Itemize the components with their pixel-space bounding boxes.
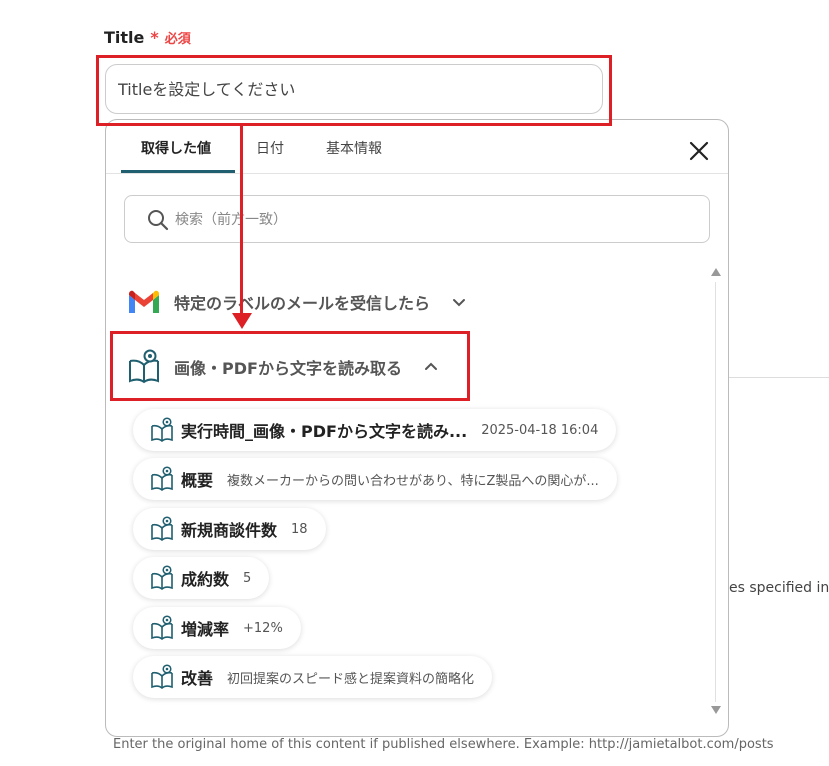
ocr-book-icon [151, 664, 173, 690]
value-chip[interactable]: 増減率 +12% [133, 607, 301, 649]
value-chip[interactable]: 概要 複数メーカーからの問い合わせがあり、特にZ製品への関心が... [133, 458, 617, 500]
background-help-text: es specified in [729, 580, 829, 596]
background-divider [729, 377, 829, 378]
title-field-label: Title * 必須 [104, 28, 191, 47]
tab-date[interactable]: 日付 [256, 138, 284, 158]
chevron-down-icon [453, 299, 466, 307]
ocr-book-icon [126, 349, 162, 385]
tab-bar: 取得した値 日付 基本情報 [106, 120, 728, 174]
tab-basic-info[interactable]: 基本情報 [326, 138, 382, 158]
annotation-arrow-line [240, 125, 243, 315]
scroll-down-arrow-icon[interactable] [711, 706, 721, 714]
active-tab-indicator [121, 170, 235, 173]
value-chip[interactable]: 実行時間_画像・PDFから文字を読み... 2025-04-18 16:04 [133, 409, 617, 451]
section-ocr[interactable]: 画像・PDFから文字を読み取る [126, 349, 438, 385]
chip-value: 複数メーカーからの問い合わせがあり、特にZ製品への関心が... [227, 473, 599, 489]
title-input[interactable] [105, 64, 603, 114]
search-input[interactable] [173, 204, 697, 236]
chip-name: 実行時間_画像・PDFから文字を読み... [181, 422, 468, 441]
section-title: 画像・PDFから文字を読み取る [174, 359, 402, 378]
required-asterisk: * [150, 28, 159, 47]
chip-value: 5 [243, 570, 252, 586]
close-icon [689, 141, 709, 161]
chip-value: 2025-04-18 16:04 [481, 422, 599, 438]
ocr-book-icon [151, 516, 173, 542]
annotation-arrow-head [232, 313, 252, 329]
scroll-up-arrow-icon[interactable] [711, 268, 721, 276]
chip-name: 新規商談件数 [181, 521, 278, 540]
scroll-track[interactable] [715, 282, 716, 702]
value-chip[interactable]: 成約数 5 [133, 557, 270, 599]
title-label-text: Title [104, 28, 145, 47]
value-chip[interactable]: 新規商談件数 18 [133, 508, 326, 550]
ocr-book-icon [151, 565, 173, 591]
chip-name: 増減率 [181, 620, 230, 639]
ocr-book-icon [151, 615, 173, 641]
section-title: 特定のラベルのメールを受信したら [174, 294, 431, 313]
chevron-up-icon [424, 362, 437, 370]
gmail-icon [126, 284, 162, 320]
chip-name: 改善 [181, 669, 214, 688]
search-icon [148, 210, 169, 231]
chip-value: 18 [291, 521, 308, 537]
close-button[interactable] [686, 138, 712, 164]
chip-value: +12% [243, 620, 283, 636]
chip-name: 概要 [181, 471, 214, 490]
chip-value: 初回提案のスピード感と提案資料の簡略化 [227, 671, 475, 687]
chip-name: 成約数 [181, 570, 230, 589]
tab-obtained-values[interactable]: 取得した値 [141, 138, 211, 158]
scrollbar[interactable] [709, 268, 723, 716]
variable-picker-panel: 取得した値 日付 基本情報 特定のラベルのメ [105, 119, 729, 737]
value-chip[interactable]: 改善 初回提案のスピード感と提案資料の簡略化 [133, 656, 493, 698]
ocr-book-icon [151, 417, 173, 443]
background-help-text-bottom: Enter the original home of this content … [113, 737, 774, 752]
section-gmail-trigger[interactable]: 特定のラベルのメールを受信したら [126, 284, 466, 320]
search-field[interactable] [124, 195, 710, 243]
ocr-book-icon [151, 466, 173, 492]
required-text: 必須 [164, 32, 191, 47]
